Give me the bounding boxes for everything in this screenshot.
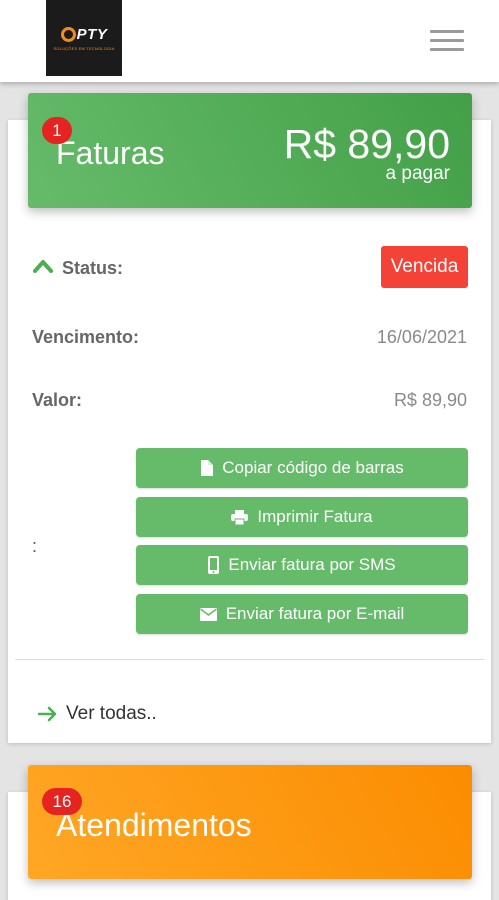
phone-icon	[208, 556, 220, 574]
vencimento-label: Vencimento:	[32, 327, 140, 347]
logo-tagline: SOLUÇÕES EM TECNOLOGIA	[53, 45, 115, 51]
faturas-amount-caption: a pagar	[385, 163, 450, 184]
atendimentos-title: Atendimentos	[56, 807, 252, 843]
logo-ring-icon	[60, 26, 76, 42]
logo-mark: PTY	[60, 25, 108, 43]
top-bar: PTY SOLUÇÕES EM TECNOLOGIA	[0, 0, 499, 82]
actions-label: :	[32, 536, 38, 556]
status-badge: Vencida	[381, 246, 468, 288]
vencimento-value: 16/06/2021	[376, 327, 467, 347]
divider	[15, 659, 484, 660]
arrow-right-icon	[38, 706, 57, 722]
copy-barcode-label: Copiar código de barras	[222, 458, 404, 477]
envelope-icon	[199, 607, 217, 621]
faturas-title: Faturas	[56, 135, 165, 171]
valor-label: Valor:	[32, 390, 83, 410]
see-all-link[interactable]: Ver todas..	[38, 703, 157, 725]
document-icon	[200, 460, 214, 476]
status-label: Status:	[62, 258, 124, 278]
atendimentos-header[interactable]: Atendimentos	[28, 765, 472, 879]
faturas-card	[8, 120, 491, 743]
faturas-header[interactable]: Faturas R$ 89,90 a pagar	[28, 93, 472, 208]
printer-icon	[231, 509, 249, 525]
send-sms-label: Enviar fatura por SMS	[228, 555, 396, 574]
see-all-label: Ver todas..	[66, 703, 157, 724]
send-email-label: Enviar fatura por E-mail	[225, 604, 405, 623]
atendimentos-badge: 16	[42, 788, 82, 815]
faturas-amount: R$ 89,90	[283, 121, 450, 167]
print-invoice-label: Imprimir Fatura	[257, 507, 373, 526]
valor-value: R$ 89,90	[393, 390, 467, 410]
print-invoice-button[interactable]: Imprimir Fatura	[136, 497, 468, 537]
send-sms-button[interactable]: Enviar fatura por SMS	[136, 545, 468, 585]
copy-barcode-button[interactable]: Copiar código de barras	[136, 448, 468, 488]
logo-text: PTY	[76, 25, 108, 43]
hamburger-menu-icon[interactable]	[430, 30, 464, 52]
send-email-button[interactable]: Enviar fatura por E-mail	[136, 594, 468, 634]
chevron-up-icon[interactable]	[33, 259, 53, 273]
faturas-badge: 1	[42, 117, 72, 144]
brand-logo[interactable]: PTY SOLUÇÕES EM TECNOLOGIA	[46, 0, 122, 76]
